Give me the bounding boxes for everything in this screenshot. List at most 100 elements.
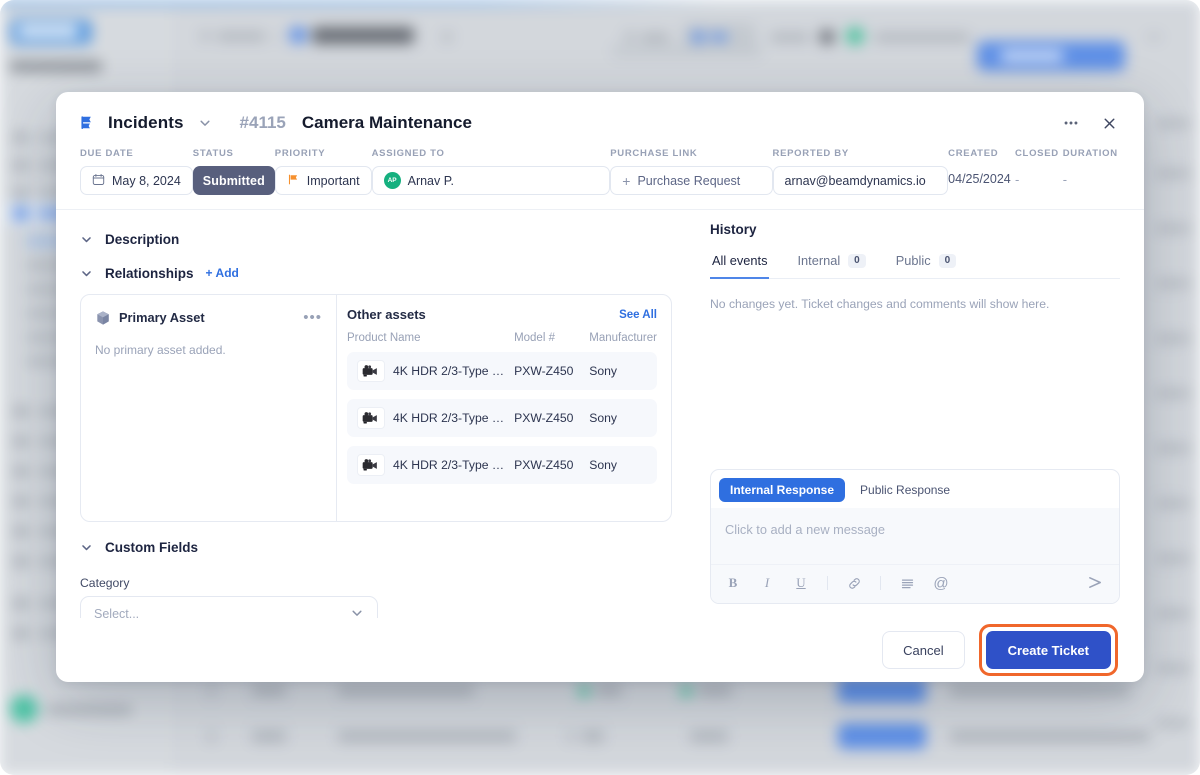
tab-label-internal: Internal xyxy=(797,253,841,268)
table-row[interactable]: 4K HDR 2/3-Type … PXW-Z450 Sony xyxy=(347,446,657,484)
tab-internal-response[interactable]: Internal Response xyxy=(719,478,846,502)
section-title-relationships: Relationships xyxy=(105,265,194,281)
modal-header: Incidents #4115 Camera Maintenance xyxy=(56,92,1144,134)
meta-label-closed: CLOSED xyxy=(1015,148,1059,159)
assignee-field[interactable]: AP Arnav P. xyxy=(371,166,611,195)
closed-value: - xyxy=(1015,172,1020,187)
history-empty-text: No changes yet. Ticket changes and comme… xyxy=(710,297,1050,311)
status-badge[interactable]: Submitted xyxy=(192,166,275,195)
primary-asset-empty-text: No primary asset added. xyxy=(95,343,226,357)
meta-status: STATUS Submitted xyxy=(192,148,275,195)
meta-label-duration: DURATION xyxy=(1062,148,1118,159)
meta-label-due-date: DUE DATE xyxy=(80,148,134,159)
italic-icon[interactable]: I xyxy=(759,575,775,591)
meta-label-status: STATUS xyxy=(192,148,234,159)
meta-reported-by: REPORTED BY arnav@beamdynamics.io xyxy=(772,148,949,195)
table-row[interactable]: 4K HDR 2/3-Type … PXW-Z450 Sony xyxy=(347,399,657,437)
add-relationship-button[interactable]: + Add xyxy=(206,266,239,280)
ticket-id: #4115 xyxy=(239,113,286,132)
category-select[interactable]: Select... xyxy=(80,596,378,618)
other-assets-header: Other assets See All xyxy=(347,307,657,322)
primary-asset-title: Primary Asset xyxy=(119,310,205,325)
meta-created: CREATED 04/25/2024 xyxy=(948,148,1015,186)
reported-by-value: arnav@beamdynamics.io xyxy=(784,173,926,188)
due-date-field[interactable]: May 8, 2024 xyxy=(80,166,193,195)
purchase-request-button[interactable]: + Purchase Request xyxy=(610,166,773,195)
cell-model: PXW-Z450 xyxy=(514,352,590,390)
composer-toolbar: B I U @ xyxy=(711,564,1119,603)
calendar-icon xyxy=(92,173,105,189)
add-relationship-label: Add xyxy=(215,266,239,280)
camera-icon xyxy=(357,360,385,382)
section-relationships[interactable]: Relationships + Add xyxy=(80,256,672,290)
toolbar-divider xyxy=(880,576,881,590)
chevron-down-icon xyxy=(80,267,93,280)
priority-field[interactable]: Important xyxy=(274,166,372,195)
meta-purchase-link: PURCHASE LINK + Purchase Request xyxy=(610,148,773,195)
create-ticket-button[interactable]: Create Ticket xyxy=(985,631,1111,669)
cell-manufacturer: Sony xyxy=(589,399,657,437)
modal-body: Description Relationships + Add Primary … xyxy=(56,210,1144,618)
section-custom-fields[interactable]: Custom Fields xyxy=(80,530,672,564)
reported-by-field[interactable]: arnav@beamdynamics.io xyxy=(772,166,949,195)
history-title: History xyxy=(710,222,757,237)
column-header-model: Model # xyxy=(514,332,555,344)
flag-icon xyxy=(287,173,300,189)
see-all-link[interactable]: See All xyxy=(619,309,657,321)
ticket-title: Camera Maintenance xyxy=(301,113,472,132)
ticket-meta-strip: DUE DATE May 8, 2024 STATUS Submitted PR… xyxy=(56,134,1144,210)
module-chevron-down-icon[interactable] xyxy=(198,116,212,130)
module-label: Incidents xyxy=(108,113,184,132)
meta-priority: PRIORITY Important xyxy=(274,148,372,195)
section-description[interactable]: Description xyxy=(80,222,672,256)
meta-label-priority: PRIORITY xyxy=(274,148,326,159)
cell-product-name: 4K HDR 2/3-Type … xyxy=(393,411,505,425)
meta-label-purchase-link: PURCHASE LINK xyxy=(610,148,698,159)
tab-all-events[interactable]: All events xyxy=(710,247,770,279)
plus-icon: + xyxy=(205,266,213,280)
tab-count-internal: 0 xyxy=(848,253,866,268)
other-assets-panel: Other assets See All Product Name Model … xyxy=(337,295,671,521)
ellipsis-icon[interactable] xyxy=(1060,112,1082,134)
avatar: AP xyxy=(383,172,401,189)
primary-asset-ellipsis-icon[interactable]: ••• xyxy=(303,309,322,326)
underline-icon[interactable]: U xyxy=(793,575,809,591)
cell-product-name: 4K HDR 2/3-Type … xyxy=(393,458,505,472)
ticket-detail-modal: Incidents #4115 Camera Maintenance DUE D… xyxy=(56,92,1144,682)
bold-icon[interactable]: B xyxy=(725,575,741,591)
modal-left-column: Description Relationships + Add Primary … xyxy=(56,210,692,618)
camera-icon xyxy=(357,407,385,429)
priority-value: Important xyxy=(306,173,360,188)
due-date-value: May 8, 2024 xyxy=(112,173,181,188)
category-label: Category xyxy=(80,576,130,590)
relationships-card: Primary Asset ••• No primary asset added… xyxy=(80,294,672,522)
cancel-button[interactable]: Cancel xyxy=(882,631,965,669)
modal-footer: Cancel Create Ticket xyxy=(56,618,1144,682)
close-icon[interactable] xyxy=(1098,112,1120,134)
assignee-value: Arnav P. xyxy=(407,173,454,188)
purchase-link-value: Purchase Request xyxy=(637,173,741,188)
message-composer: Internal Response Public Response Click … xyxy=(710,469,1120,604)
cube-icon xyxy=(95,310,111,326)
send-icon[interactable] xyxy=(1087,574,1105,592)
link-icon[interactable] xyxy=(846,575,862,591)
toolbar-divider xyxy=(827,576,828,590)
tab-public[interactable]: Public 0 xyxy=(894,247,958,279)
primary-asset-panel: Primary Asset ••• No primary asset added… xyxy=(81,295,337,521)
camera-icon xyxy=(357,454,385,476)
chevron-down-icon xyxy=(80,541,93,554)
mention-icon[interactable]: @ xyxy=(933,575,949,592)
list-icon[interactable] xyxy=(899,575,915,591)
history-tabs: All events Internal 0 Public 0 xyxy=(710,247,1120,279)
message-input[interactable]: Click to add a new message xyxy=(711,508,1119,564)
modal-header-actions xyxy=(1060,112,1120,134)
category-placeholder: Select... xyxy=(94,607,140,618)
table-row[interactable]: 4K HDR 2/3-Type … PXW-Z450 Sony xyxy=(347,352,657,390)
modal-title-row: Incidents #4115 Camera Maintenance xyxy=(80,112,1120,134)
table-header-row: Product Name Model # Manufacturer xyxy=(347,332,657,352)
tab-internal[interactable]: Internal 0 xyxy=(795,247,867,279)
other-assets-title: Other assets xyxy=(347,307,426,322)
column-header-product-name: Product Name xyxy=(347,332,421,344)
tab-public-response[interactable]: Public Response xyxy=(849,478,961,502)
meta-duration: DURATION - xyxy=(1063,148,1120,187)
